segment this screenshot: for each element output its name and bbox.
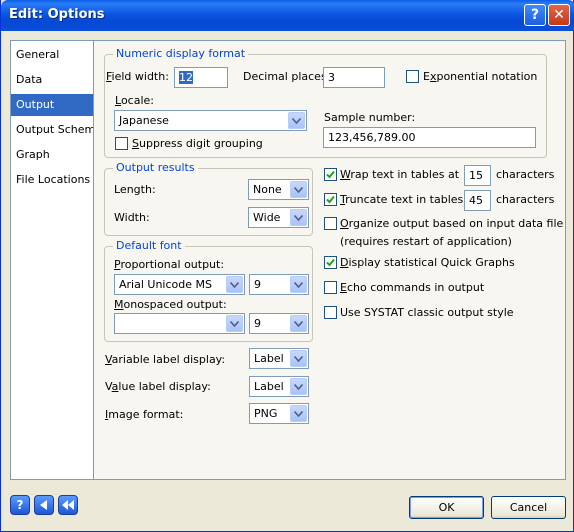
length-value: None <box>253 183 282 196</box>
decimal-places-label: Decimal places: <box>243 70 331 83</box>
help-icon[interactable]: ? <box>10 495 30 515</box>
sample-number-field: 123,456,789.00 <box>323 127 536 148</box>
exponential-label: Exponential notation <box>423 70 538 83</box>
proportional-font-select[interactable]: Arial Unicode MS <box>114 274 245 295</box>
length-label: Length: <box>114 183 156 196</box>
monospaced-font-select[interactable] <box>114 313 245 334</box>
back-icon[interactable] <box>34 495 54 515</box>
systat-style-checkbox[interactable] <box>324 306 337 319</box>
organize-label: Organize output based on input data file <box>340 217 564 230</box>
exponential-checkbox[interactable] <box>406 70 419 83</box>
truncate-label: Truncate text in tables at <box>340 193 478 206</box>
wrap-unit-label: characters <box>496 168 555 181</box>
variable-label-display-label: Variable label display: <box>105 353 226 366</box>
field-width-input[interactable]: 12 <box>174 67 228 88</box>
proportional-label: Proportional output: <box>114 258 225 271</box>
close-icon: ✕ <box>553 7 565 23</box>
nav-item-general[interactable]: General <box>11 44 93 66</box>
chevron-down-icon[interactable] <box>288 112 305 129</box>
title-bar[interactable]: Edit: Options ? ✕ <box>1 0 574 31</box>
proportional-font-value: Arial Unicode MS <box>119 278 212 291</box>
locale-value: Japanese <box>119 114 169 127</box>
field-width-label: Field width: <box>106 70 169 83</box>
value-label-display-label: Value label display: <box>105 380 211 393</box>
width-select[interactable]: Wide <box>248 207 309 228</box>
quick-graphs-label: Display statistical Quick Graphs <box>340 256 515 269</box>
chevron-down-icon[interactable] <box>290 378 307 395</box>
locale-label: Locale: <box>115 94 154 107</box>
chevron-down-icon[interactable] <box>226 276 243 293</box>
nav-item-output-scheme[interactable]: Output Scheme <box>11 119 102 141</box>
wrap-width-input[interactable]: 15 <box>464 165 491 186</box>
locale-select[interactable]: Japanese <box>114 110 307 131</box>
chevron-down-icon[interactable] <box>290 350 307 367</box>
image-format-select[interactable]: PNG <box>249 403 309 424</box>
chevron-down-icon[interactable] <box>226 315 243 332</box>
chevron-down-icon[interactable] <box>290 276 307 293</box>
monospaced-size-select[interactable]: 9 <box>249 313 309 334</box>
output-results-title: Output results <box>113 161 198 174</box>
image-format-value: PNG <box>254 407 278 420</box>
organize-note: (requires restart of application) <box>340 235 512 248</box>
organize-checkbox[interactable] <box>324 217 337 230</box>
value-label-select[interactable]: Label <box>249 376 309 397</box>
window-title: Edit: Options <box>9 7 105 22</box>
question-icon: ? <box>530 7 540 23</box>
output-settings-panel: Numeric display format Field width: 12 D… <box>93 40 566 480</box>
chevron-down-icon[interactable] <box>290 405 307 422</box>
wrap-checkbox[interactable] <box>324 168 337 181</box>
echo-label: Echo commands in output <box>340 281 485 294</box>
rewind-icon[interactable] <box>58 495 78 515</box>
suppress-grouping-checkbox[interactable] <box>115 137 128 150</box>
image-format-label: Image format: <box>105 408 184 421</box>
truncate-unit-label: characters <box>496 193 555 206</box>
numeric-format-title: Numeric display format <box>113 47 249 60</box>
width-value: Wide <box>253 211 281 224</box>
proportional-size-value: 9 <box>254 278 261 291</box>
chevron-down-icon[interactable] <box>290 181 307 198</box>
proportional-size-select[interactable]: 9 <box>249 274 309 295</box>
nav-item-output[interactable]: Output <box>11 94 93 116</box>
decimal-places-input[interactable]: 3 <box>323 67 385 88</box>
help-title-button[interactable]: ? <box>524 4 546 26</box>
nav-item-graph[interactable]: Graph <box>11 144 93 166</box>
suppress-grouping-label: Suppress digit grouping <box>132 137 263 150</box>
truncate-width-input[interactable]: 45 <box>464 190 491 211</box>
wrap-label: Wrap text in tables at <box>340 168 460 181</box>
length-select[interactable]: None <box>248 179 309 200</box>
cancel-button[interactable]: Cancel <box>491 496 566 519</box>
nav-item-data[interactable]: Data <box>11 69 93 91</box>
chevron-down-icon[interactable] <box>290 209 307 226</box>
echo-checkbox[interactable] <box>324 281 337 294</box>
monospaced-size-value: 9 <box>254 317 261 330</box>
value-label-value: Label <box>254 380 284 393</box>
monospaced-label: Monospaced output: <box>114 298 227 311</box>
chevron-down-icon[interactable] <box>290 315 307 332</box>
nav-item-file-locations[interactable]: File Locations <box>11 169 93 191</box>
options-nav: General Data Output Output Scheme Graph … <box>10 40 102 480</box>
truncate-checkbox[interactable] <box>324 193 337 206</box>
close-button[interactable]: ✕ <box>548 4 570 26</box>
variable-label-select[interactable]: Label <box>249 348 309 369</box>
systat-style-label: Use SYSTAT classic output style <box>340 306 514 319</box>
sample-number-label: Sample number: <box>324 111 416 124</box>
width-label: Width: <box>114 211 150 224</box>
variable-label-value: Label <box>254 352 284 365</box>
ok-button[interactable]: OK <box>409 496 484 519</box>
options-dialog: Edit: Options ? ✕ General Data Output Ou… <box>0 0 574 532</box>
quick-graphs-checkbox[interactable] <box>324 256 337 269</box>
default-font-title: Default font <box>113 239 185 252</box>
